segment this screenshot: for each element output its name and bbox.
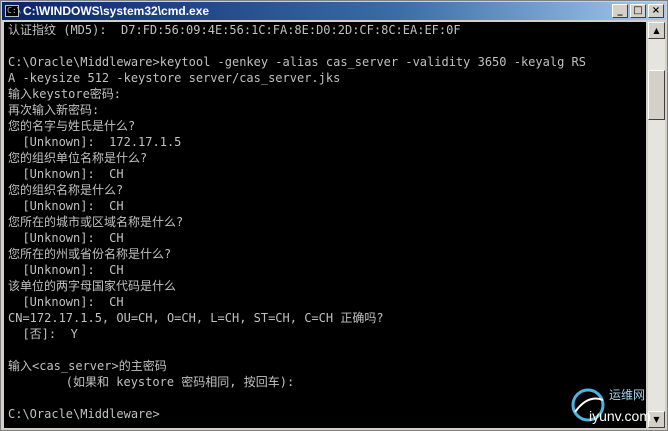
- watermark: 运维网 iyunv.com: [567, 384, 665, 428]
- console-line: [否]: Y: [8, 327, 78, 341]
- console-line: [Unknown]: CH: [8, 167, 124, 181]
- console-line: 再次输入新密码:: [8, 103, 100, 117]
- console-line: 您所在的州或省份名称是什么?: [8, 247, 172, 261]
- console-line: 您的组织单位名称是什么?: [8, 151, 148, 165]
- watermark-cn-text: 运维网: [609, 388, 646, 402]
- scroll-up-button[interactable]: ▲: [648, 22, 665, 39]
- console-line: 输入<cas_server>的主密码: [8, 359, 167, 373]
- console-line: (如果和 keystore 密码相同, 按回车):: [8, 375, 295, 389]
- window-title: C:\WINDOWS\system32\cmd.exe: [23, 4, 210, 18]
- console-line: [Unknown]: CH: [8, 231, 124, 245]
- console-line: [Unknown]: 172.17.1.5: [8, 135, 182, 149]
- console-line: C:\Oracle\Middleware>: [8, 407, 160, 421]
- console-line: 认证指纹 (MD5): D7:FD:56:09:4E:56:1C:FA:8E:D…: [8, 23, 461, 37]
- cmd-icon: C:\: [5, 5, 22, 17]
- console-line: 您的名字与姓氏是什么?: [8, 119, 136, 133]
- title-bar[interactable]: C:\ C:\WINDOWS\system32\cmd.exe _ □ ×: [2, 2, 666, 20]
- console-line: CN=172.17.1.5, OU=CH, O=CH, L=CH, ST=CH,…: [8, 311, 384, 325]
- console-line: A -keysize 512 -keystore server/cas_serv…: [8, 71, 341, 85]
- console-line: 您所在的城市或区域名称是什么?: [8, 215, 184, 229]
- console-line: [Unknown]: CH: [8, 199, 124, 213]
- vertical-scrollbar[interactable]: ▲ ▼: [648, 22, 665, 428]
- maximize-button[interactable]: □: [630, 4, 646, 18]
- cmd-window: C:\ C:\WINDOWS\system32\cmd.exe _ □ × 认证…: [0, 0, 668, 431]
- console-line: 输入keystore密码:: [8, 87, 122, 101]
- console-line: 您的组织名称是什么?: [8, 183, 124, 197]
- window-controls: _ □ ×: [610, 4, 664, 18]
- scroll-thumb[interactable]: [648, 70, 665, 120]
- console-line: C:\Oracle\Middleware>keytool -genkey -al…: [8, 55, 586, 69]
- close-button[interactable]: ×: [648, 4, 664, 18]
- console-output[interactable]: 认证指纹 (MD5): D7:FD:56:09:4E:56:1C:FA:8E:D…: [4, 22, 646, 428]
- minimize-button[interactable]: _: [612, 4, 628, 18]
- console-line: [Unknown]: CH: [8, 263, 124, 277]
- console-line: [Unknown]: CH: [8, 295, 124, 309]
- watermark-url-text: iyunv.com: [589, 408, 651, 424]
- console-line: 该单位的两字母国家代码是什么: [8, 279, 177, 293]
